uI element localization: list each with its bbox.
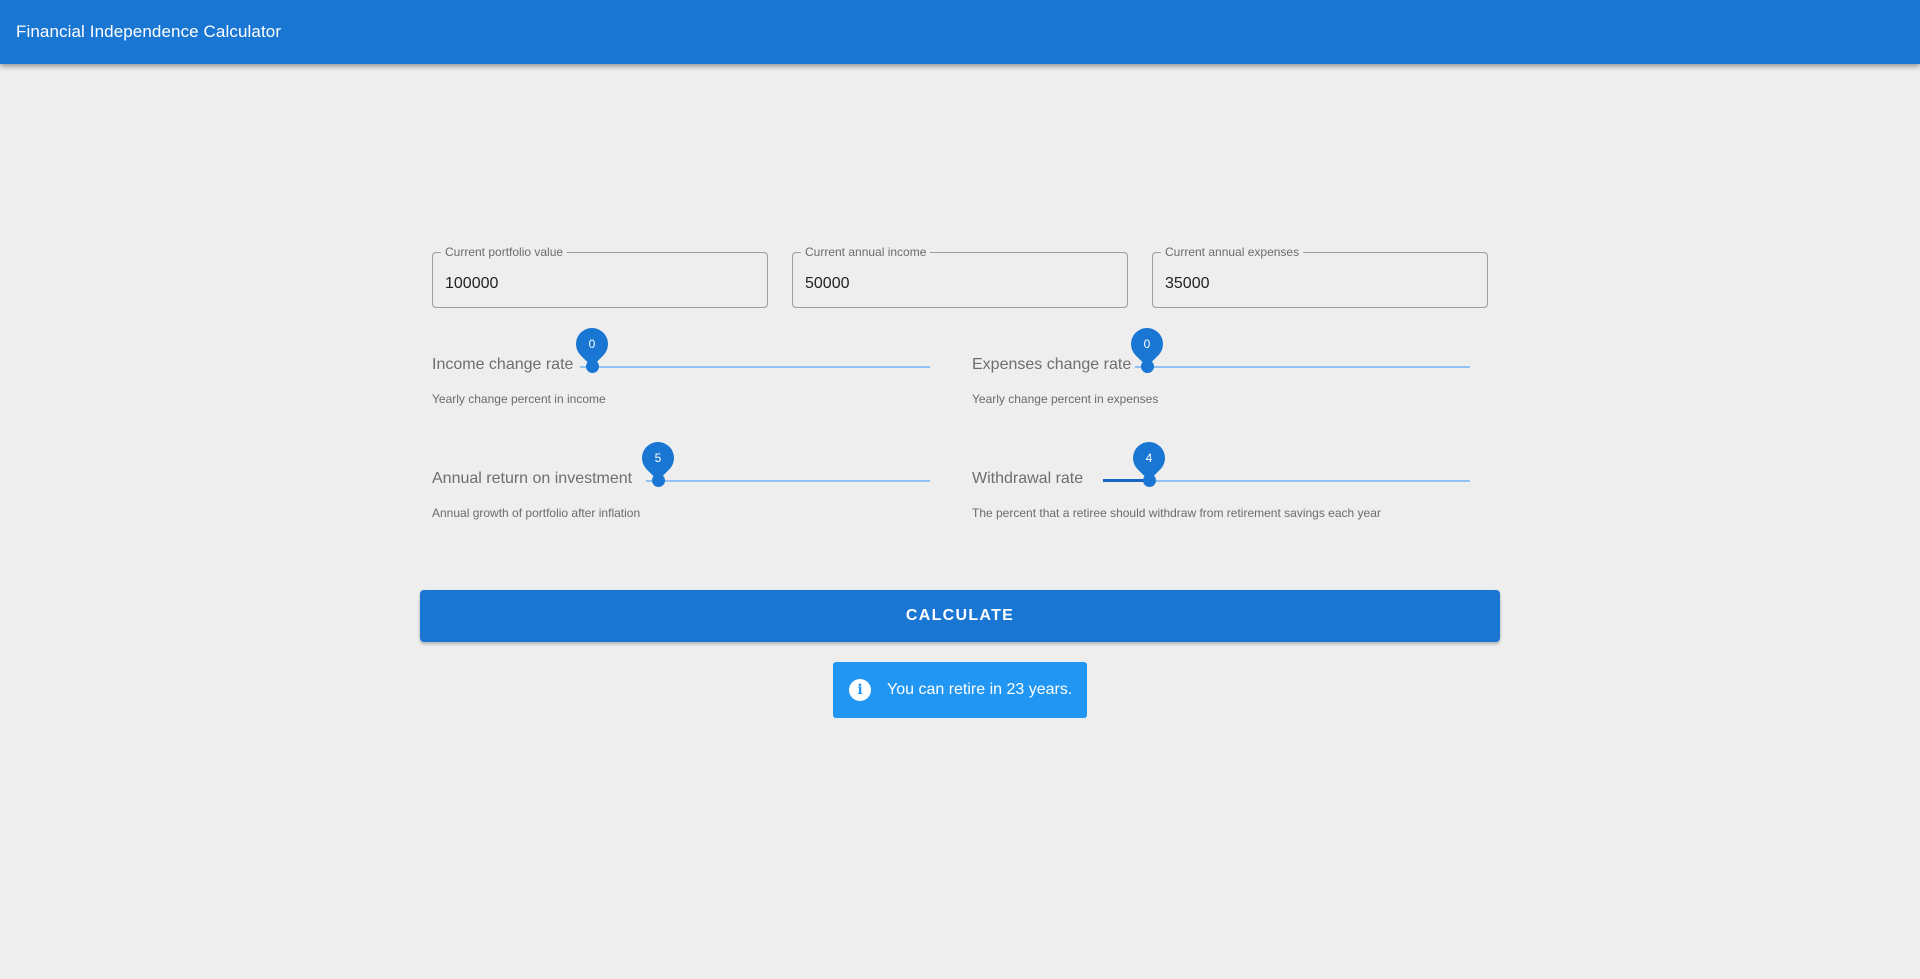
annual-return-slider-group: Annual return on investment 5 Annual gro… xyxy=(420,435,930,522)
expenses-field: Current annual expenses xyxy=(1152,245,1488,308)
annual-return-label: Annual return on investment xyxy=(432,470,633,487)
income-change-value: 0 xyxy=(588,337,596,351)
expenses-change-slider-group: Expenses change rate 0 Yearly change per… xyxy=(960,321,1470,408)
income-input[interactable] xyxy=(793,253,1127,307)
expenses-change-track[interactable] xyxy=(1135,366,1470,368)
annual-return-value: 5 xyxy=(654,451,662,465)
expenses-change-help: Yearly change percent in expenses xyxy=(972,392,1159,406)
withdrawal-label: Withdrawal rate xyxy=(972,470,1084,487)
portfolio-field: Current portfolio value xyxy=(432,245,768,308)
expenses-label: Current annual expenses xyxy=(1161,245,1304,259)
withdrawal-track[interactable] xyxy=(1103,480,1470,482)
app-bar: Financial Independence Calculator xyxy=(0,0,1920,64)
income-change-slider-group: Income change rate 0 Yearly change perce… xyxy=(420,321,930,408)
income-label: Current annual income xyxy=(801,245,931,259)
withdrawal-slider-group: Withdrawal rate 4 The percent that a ret… xyxy=(960,435,1470,522)
income-change-help: Yearly change percent in income xyxy=(432,392,606,406)
calculate-button[interactable]: CALCULATE xyxy=(420,590,1500,642)
annual-return-help: Annual growth of portfolio after inflati… xyxy=(432,506,641,520)
withdrawal-value: 4 xyxy=(1145,451,1153,465)
calculator-form: Current portfolio value Current annual i… xyxy=(420,64,1500,979)
app-title: Financial Independence Calculator xyxy=(16,22,282,41)
expenses-input[interactable] xyxy=(1153,253,1487,307)
portfolio-label: Current portfolio value xyxy=(441,245,568,259)
income-field: Current annual income xyxy=(792,245,1128,308)
expenses-change-value: 0 xyxy=(1143,337,1151,351)
withdrawal-help: The percent that a retiree should withdr… xyxy=(972,506,1381,520)
income-change-track[interactable] xyxy=(580,366,930,368)
info-icon: i xyxy=(849,679,871,701)
portfolio-input[interactable] xyxy=(433,253,767,307)
income-change-label: Income change rate xyxy=(432,356,574,373)
result-message: You can retire in 23 years. xyxy=(887,681,1073,698)
result-alert: i You can retire in 23 years. xyxy=(833,662,1087,718)
annual-return-track[interactable] xyxy=(646,480,930,482)
expenses-change-label: Expenses change rate xyxy=(972,356,1132,373)
